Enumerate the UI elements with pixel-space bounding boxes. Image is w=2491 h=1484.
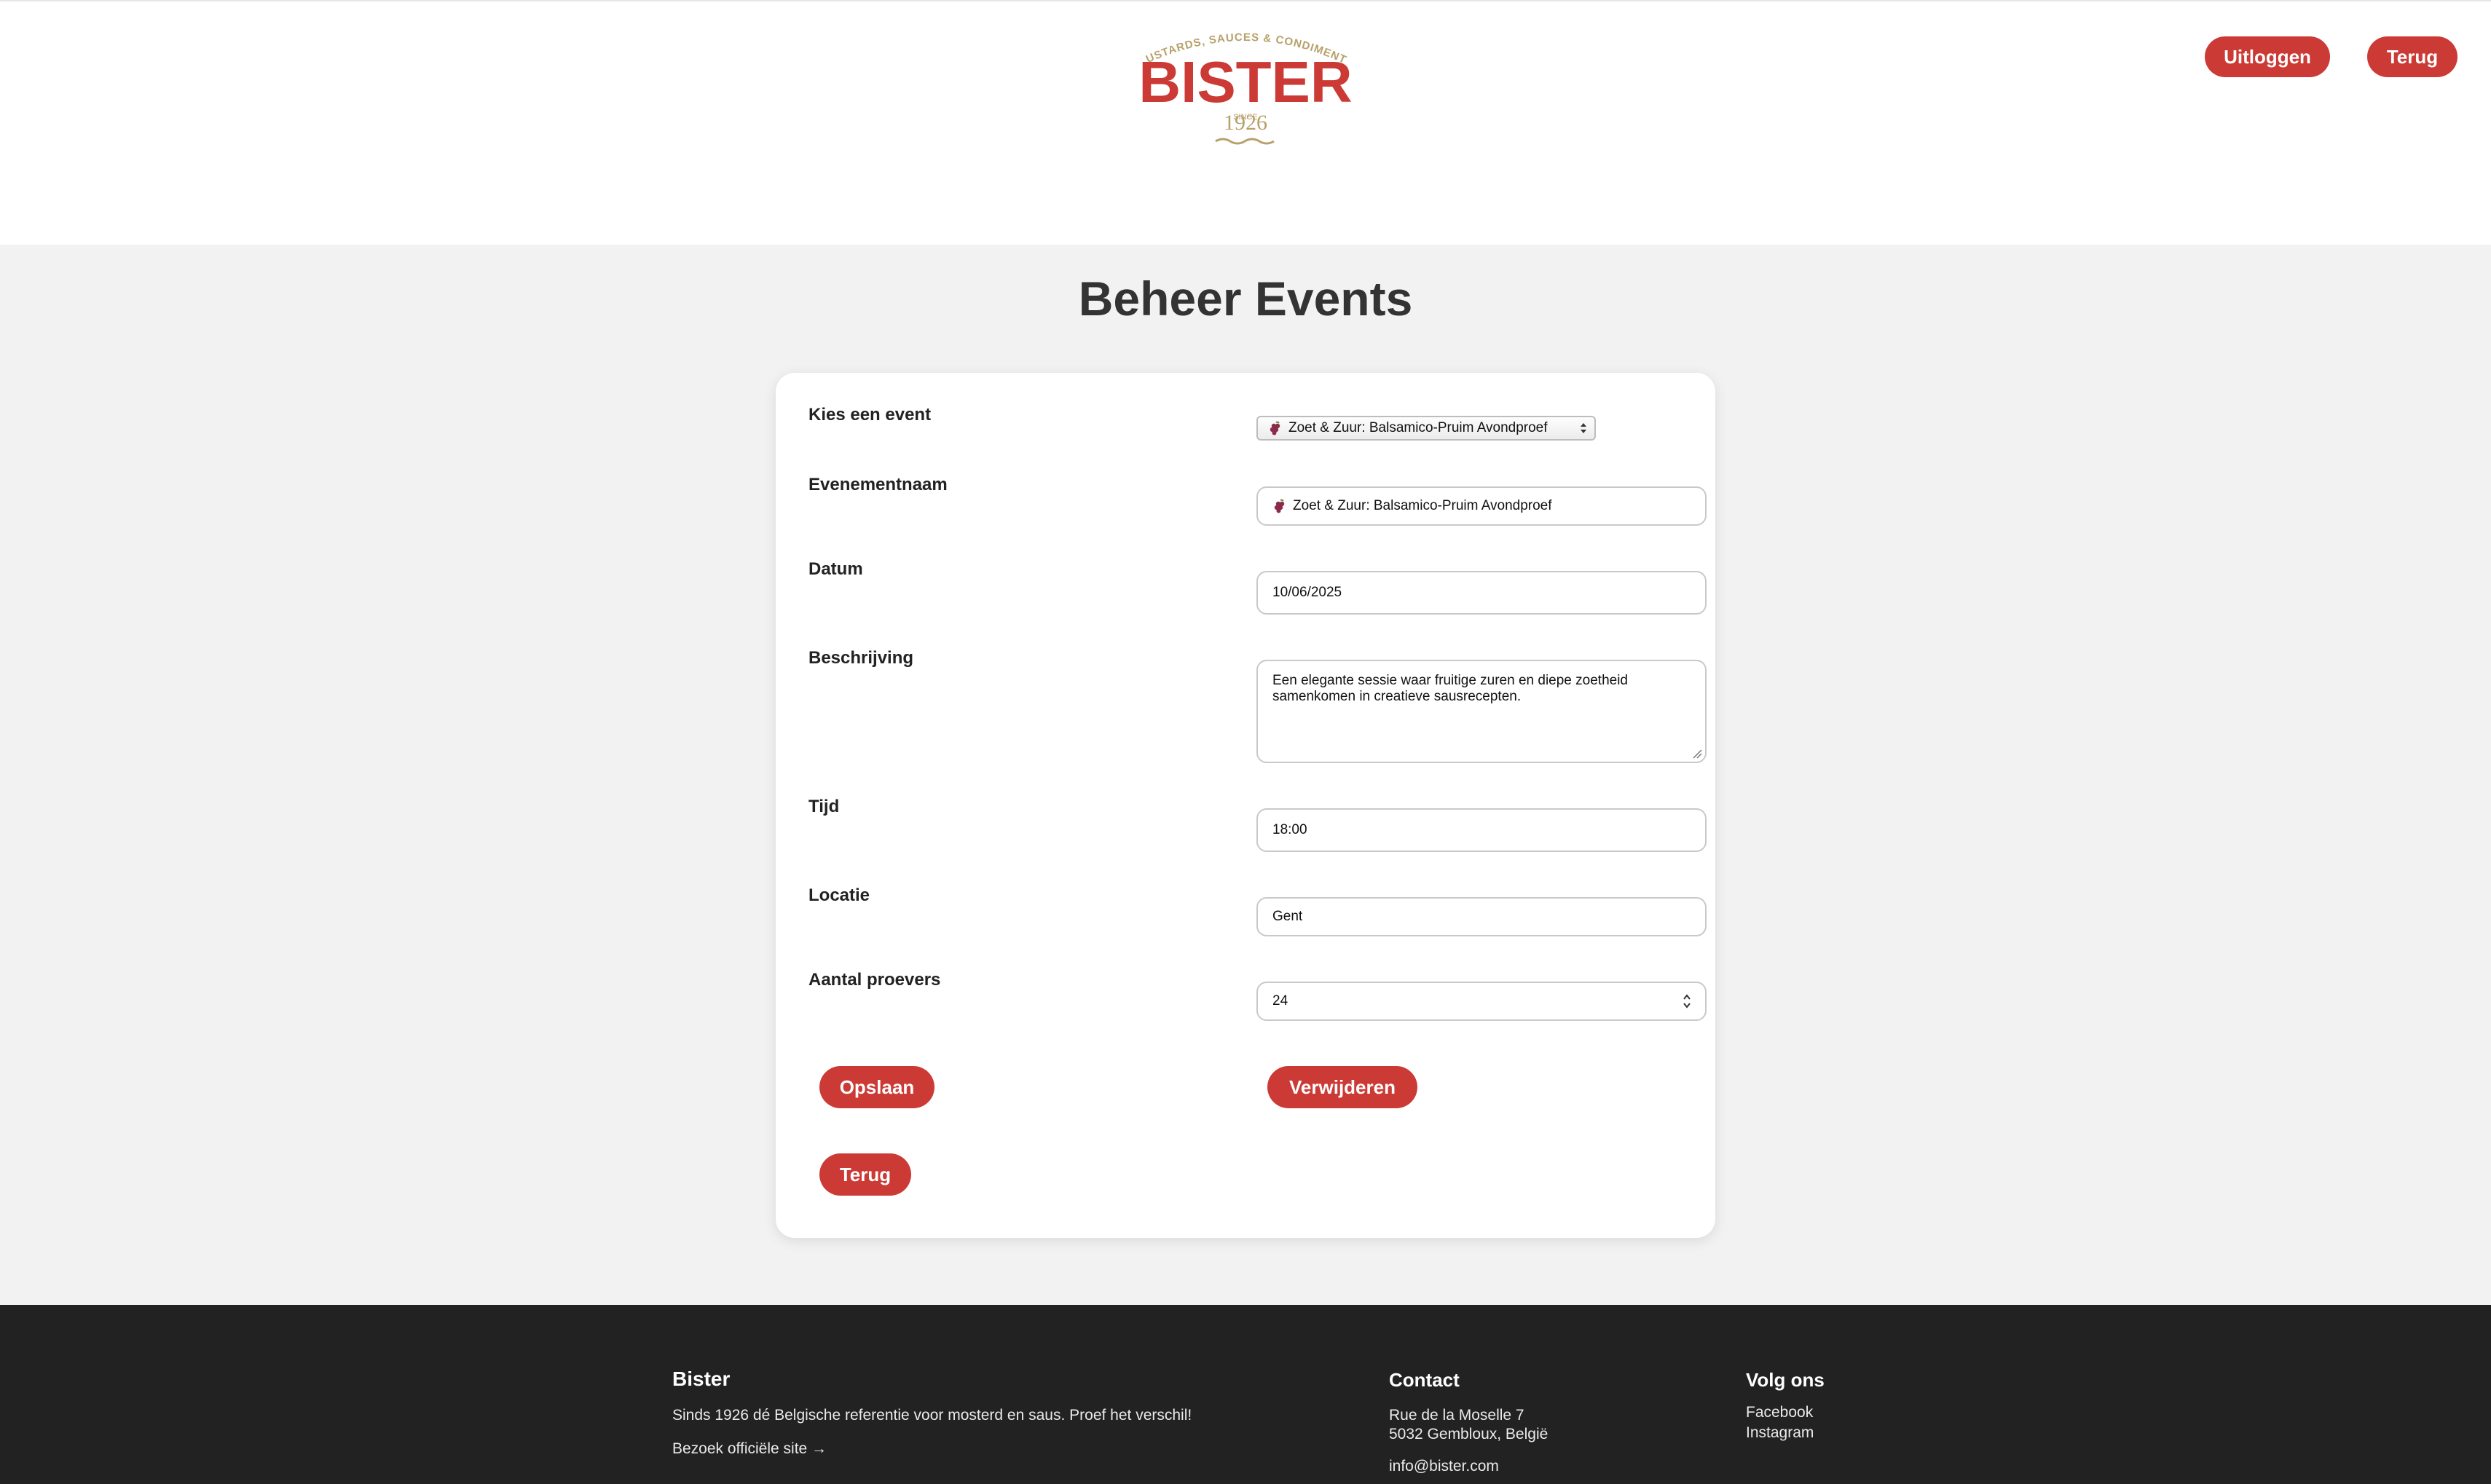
site-footer: Bister Sinds 1926 dé Belgische referenti… — [0, 1305, 2491, 1484]
description-value: Een elegante sessie waar fruitige zuren … — [1272, 673, 1628, 704]
footer-address-line1: Rue de la Moselle 7 — [1389, 1407, 1524, 1424]
number-stepper-icon[interactable] — [1682, 992, 1692, 1011]
page-title: Beheer Events — [1078, 272, 1413, 325]
logo-year: 1926 — [1224, 111, 1267, 135]
event-select-value: Zoet & Zuur: Balsamico-Pruim Avondproef — [1288, 420, 1548, 435]
bister-logo[interactable]: MUSTARDS, SAUCES & CONDIMENTS BISTER SIN… — [1125, 20, 1366, 151]
tasters-label: Aantal proevers — [808, 970, 941, 990]
event-select[interactable]: Zoet & Zuur: Balsamico-Pruim Avondproef — [1256, 416, 1596, 441]
tasters-input[interactable]: 24 — [1256, 982, 1707, 1021]
event-select-label: Kies een event — [808, 405, 932, 425]
date-input[interactable]: 10/06/2025 — [1256, 571, 1707, 615]
logout-button[interactable]: Uitloggen — [2205, 36, 2330, 77]
time-input[interactable]: 18:00 — [1256, 808, 1707, 852]
delete-button[interactable]: Verwijderen — [1267, 1066, 1417, 1108]
description-textarea[interactable]: Een elegante sessie waar fruitige zuren … — [1256, 660, 1707, 763]
event-name-label: Evenementnaam — [808, 475, 948, 494]
grapes-icon — [1274, 499, 1285, 513]
select-arrows-icon — [1581, 423, 1586, 433]
logo-brand: BISTER — [1138, 50, 1352, 114]
header-back-button[interactable]: Terug — [2367, 36, 2457, 77]
date-value: 10/06/2025 — [1272, 585, 1342, 600]
footer-social-title: Volg ons — [1746, 1369, 1825, 1391]
description-label: Beschrijving — [808, 648, 914, 668]
footer-address-line2: 5032 Gembloux, België — [1389, 1426, 1548, 1442]
footer-contact-title: Contact — [1389, 1369, 1460, 1391]
time-value: 18:00 — [1272, 822, 1307, 837]
grapes-icon — [1270, 421, 1280, 435]
tasters-value: 24 — [1272, 993, 1288, 1009]
site-header: MUSTARDS, SAUCES & CONDIMENTS BISTER SIN… — [0, 0, 2491, 245]
location-value: Gent — [1272, 909, 1303, 924]
save-button[interactable]: Opslaan — [819, 1066, 934, 1108]
resize-grip-icon[interactable] — [1692, 749, 1702, 759]
back-button[interactable]: Terug — [819, 1153, 911, 1196]
location-label: Locatie — [808, 885, 870, 905]
facebook-link[interactable]: Facebook — [1746, 1402, 1813, 1423]
instagram-link[interactable]: Instagram — [1746, 1423, 1814, 1443]
footer-brand-text: Sinds 1926 dé Belgische referentie voor … — [672, 1407, 1192, 1424]
location-input[interactable]: Gent — [1256, 897, 1707, 936]
date-label: Datum — [808, 559, 863, 579]
time-label: Tijd — [808, 797, 840, 816]
footer-email-link[interactable]: info@bister.com — [1389, 1456, 1499, 1477]
event-name-value: Zoet & Zuur: Balsamico-Pruim Avondproef — [1293, 498, 1552, 513]
official-site-link[interactable]: Bezoek officiële site → — [672, 1439, 827, 1459]
event-name-input[interactable]: Zoet & Zuur: Balsamico-Pruim Avondproef — [1256, 486, 1707, 526]
footer-brand-title: Bister — [672, 1367, 731, 1390]
